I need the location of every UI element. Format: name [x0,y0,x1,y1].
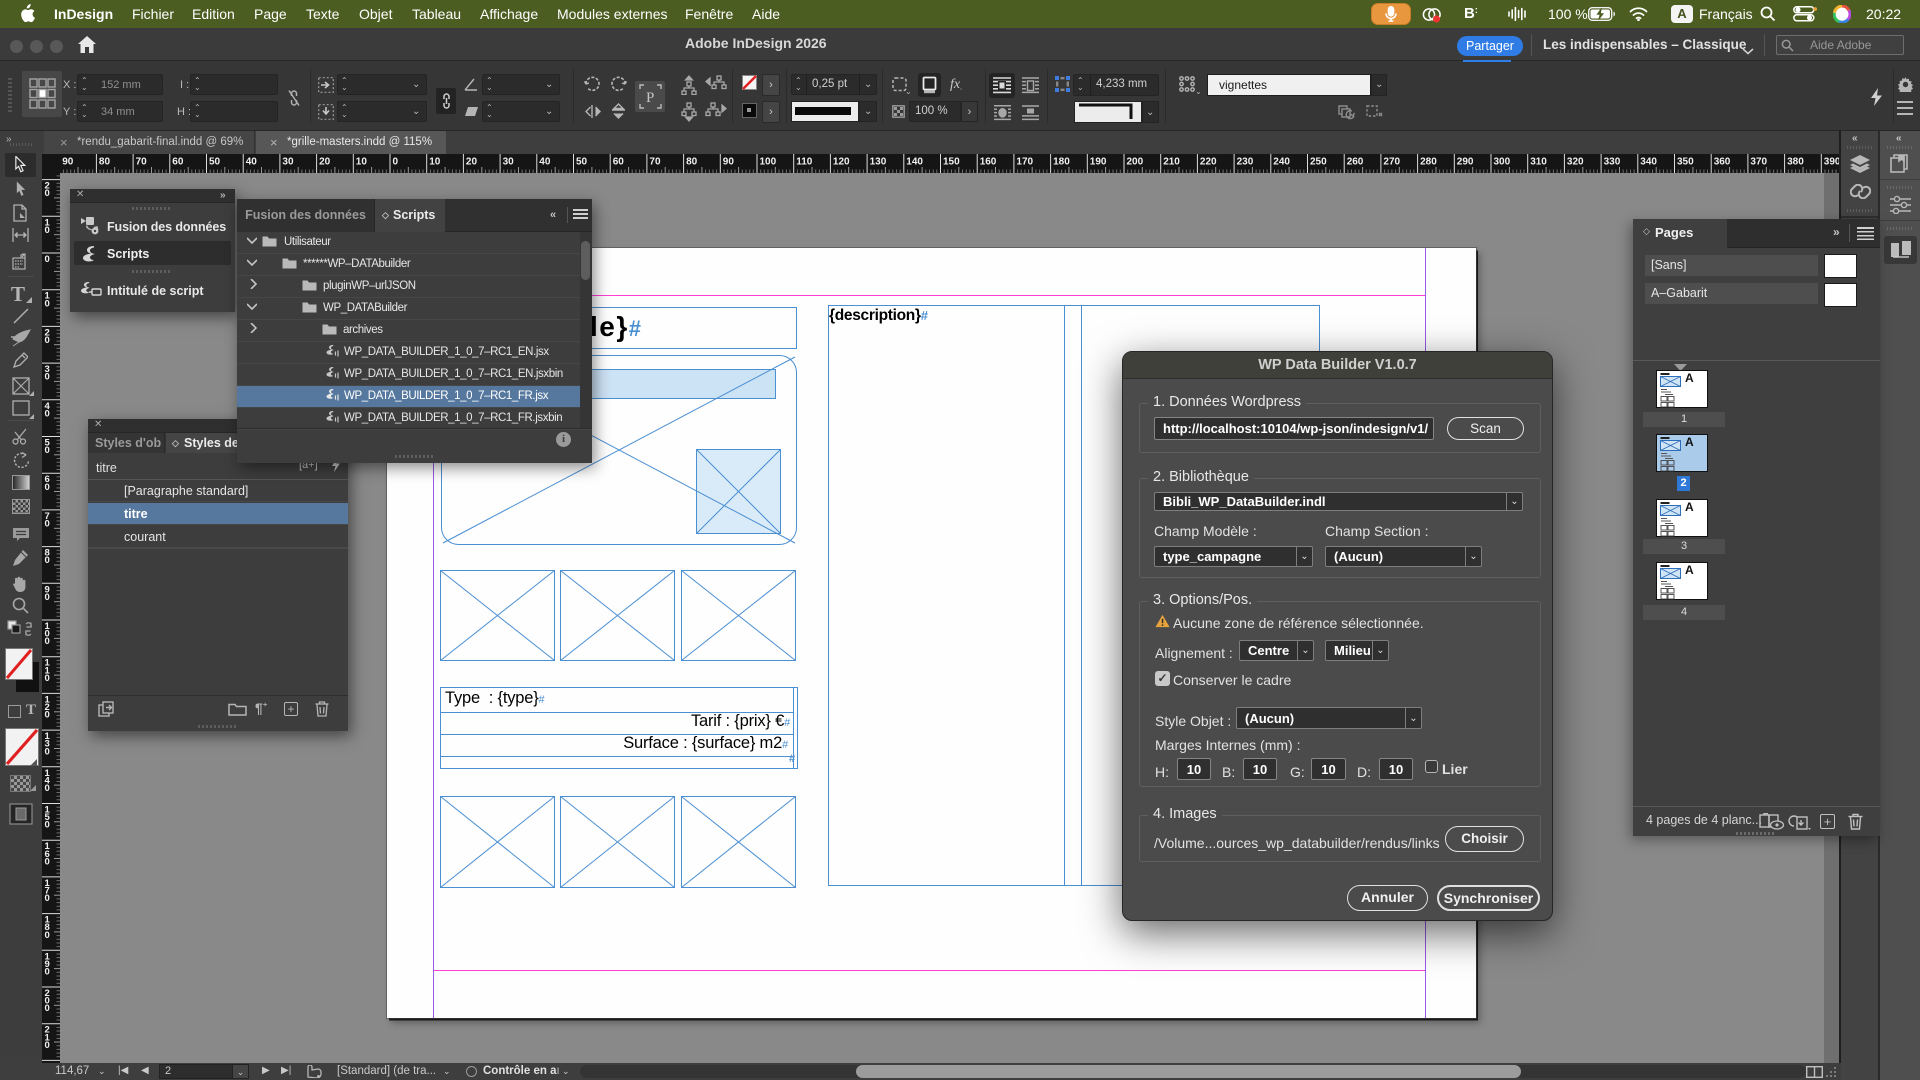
svg-text:330: 330 [1604,157,1621,168]
svg-text:0: 0 [45,592,50,603]
svg-text:90: 90 [62,157,74,168]
svg-text:P: P [646,90,654,106]
svg-text:10: 10 [356,157,368,168]
svg-text:0: 0 [45,636,50,647]
svg-text:180: 180 [1053,157,1070,168]
svg-text:0: 0 [45,856,50,867]
svg-text:10: 10 [429,157,441,168]
svg-text:70: 70 [649,157,661,168]
svg-text:370: 370 [1750,157,1767,168]
svg-text:140: 140 [906,157,923,168]
svg-text:380: 380 [1787,157,1804,168]
svg-text:0: 0 [45,482,50,493]
svg-text:310: 310 [1530,157,1547,168]
svg-text:190: 190 [1090,157,1107,168]
svg-text:160: 160 [980,157,997,168]
svg-text:50: 50 [209,157,221,168]
svg-text:0: 0 [45,710,50,721]
svg-text:260: 260 [1347,157,1364,168]
svg-text:0: 0 [45,372,50,383]
svg-text:0: 0 [45,893,50,904]
svg-text:0: 0 [45,298,50,309]
svg-text:60: 60 [613,157,625,168]
svg-text:0: 0 [45,555,50,566]
svg-text:230: 230 [1237,157,1254,168]
svg-text:0: 0 [45,820,50,831]
svg-text:40: 40 [246,157,258,168]
svg-text:120: 120 [833,157,850,168]
svg-text:0: 0 [45,254,50,265]
svg-text:0: 0 [45,188,50,199]
svg-text:0: 0 [45,225,50,236]
svg-text:100: 100 [760,157,777,168]
svg-text:20: 20 [319,157,331,168]
svg-text:360: 360 [1714,157,1731,168]
svg-text:20: 20 [466,157,478,168]
svg-text:80: 80 [686,157,698,168]
svg-text:270: 270 [1383,157,1400,168]
svg-text:390: 390 [1824,157,1839,168]
svg-text:300: 300 [1494,157,1511,168]
svg-text:0: 0 [45,408,50,419]
svg-text:0: 0 [45,445,50,456]
svg-text:250: 250 [1310,157,1327,168]
svg-text:130: 130 [870,157,887,168]
svg-text:0: 0 [45,930,50,941]
svg-text:40: 40 [539,157,551,168]
svg-text:220: 220 [1200,157,1217,168]
svg-text:80: 80 [99,157,111,168]
svg-text:90: 90 [723,157,735,168]
svg-text:70: 70 [136,157,148,168]
svg-text:110: 110 [796,157,813,168]
svg-text:0: 0 [45,746,50,757]
svg-text:240: 240 [1273,157,1290,168]
svg-text:290: 290 [1457,157,1474,168]
svg-text:50: 50 [576,157,588,168]
svg-text:0: 0 [45,967,50,978]
svg-text:0: 0 [45,673,50,684]
svg-text:0: 0 [45,1040,50,1051]
svg-text:0: 0 [393,157,399,168]
svg-text:0: 0 [45,1003,50,1014]
svg-text:210: 210 [1163,157,1180,168]
svg-text:0: 0 [45,519,50,530]
svg-text:30: 30 [503,157,515,168]
svg-text:320: 320 [1567,157,1584,168]
svg-text:0: 0 [45,335,50,346]
svg-text:150: 150 [943,157,960,168]
svg-text:30: 30 [282,157,294,168]
svg-text:280: 280 [1420,157,1437,168]
svg-text:170: 170 [1016,157,1033,168]
svg-text:60: 60 [172,157,184,168]
svg-text:340: 340 [1640,157,1657,168]
svg-text:200: 200 [1127,157,1144,168]
svg-text:350: 350 [1677,157,1694,168]
svg-text:0: 0 [45,783,50,794]
